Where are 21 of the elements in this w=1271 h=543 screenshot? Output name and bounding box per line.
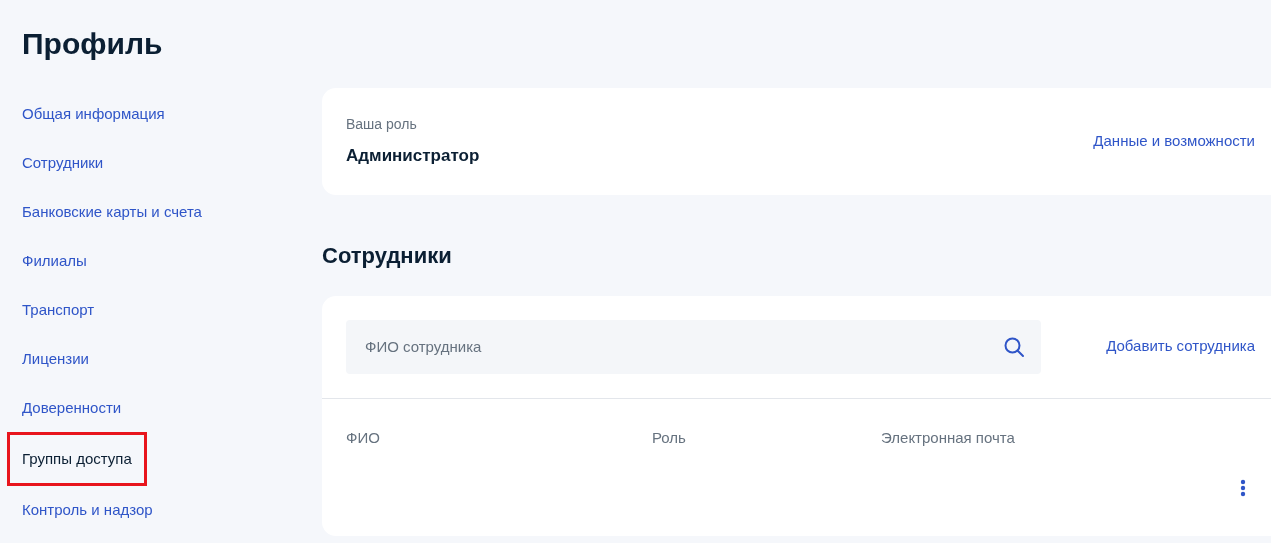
page-title: Профиль bbox=[21, 26, 164, 62]
column-header: Электронная почта bbox=[881, 427, 1015, 448]
sidebar-link[interactable]: Доверенности bbox=[22, 398, 322, 418]
search-icon[interactable] bbox=[1003, 335, 1025, 358]
sidebar-link[interactable]: Общая информация bbox=[22, 104, 322, 124]
column-header: ФИО bbox=[346, 427, 381, 448]
sidebar-link[interactable]: Группы доступа bbox=[10, 435, 144, 483]
column-header: Роль bbox=[652, 427, 687, 448]
sidebar-link[interactable]: Сотрудники bbox=[22, 153, 322, 173]
role-caption: Ваша роль bbox=[346, 115, 418, 134]
details-link[interactable]: Данные и возможности bbox=[1093, 130, 1255, 153]
add-employee-link[interactable]: Добавить сотрудника bbox=[1106, 335, 1255, 358]
sidebar-link[interactable]: Банковские карты и счета bbox=[22, 202, 322, 222]
role-name: Администратор bbox=[346, 145, 480, 167]
sidebar-link[interactable]: Филиалы bbox=[22, 251, 322, 271]
search-field[interactable]: ФИО сотрудника bbox=[346, 319, 1041, 374]
section-heading: Сотрудники bbox=[322, 241, 453, 270]
sidebar-link[interactable]: Транспорт bbox=[22, 300, 322, 320]
sidebar-link[interactable]: Лицензии bbox=[22, 349, 322, 369]
sidebar-link[interactable]: Контроль и надзор bbox=[22, 500, 322, 520]
more-options-icon[interactable] bbox=[1240, 479, 1246, 497]
